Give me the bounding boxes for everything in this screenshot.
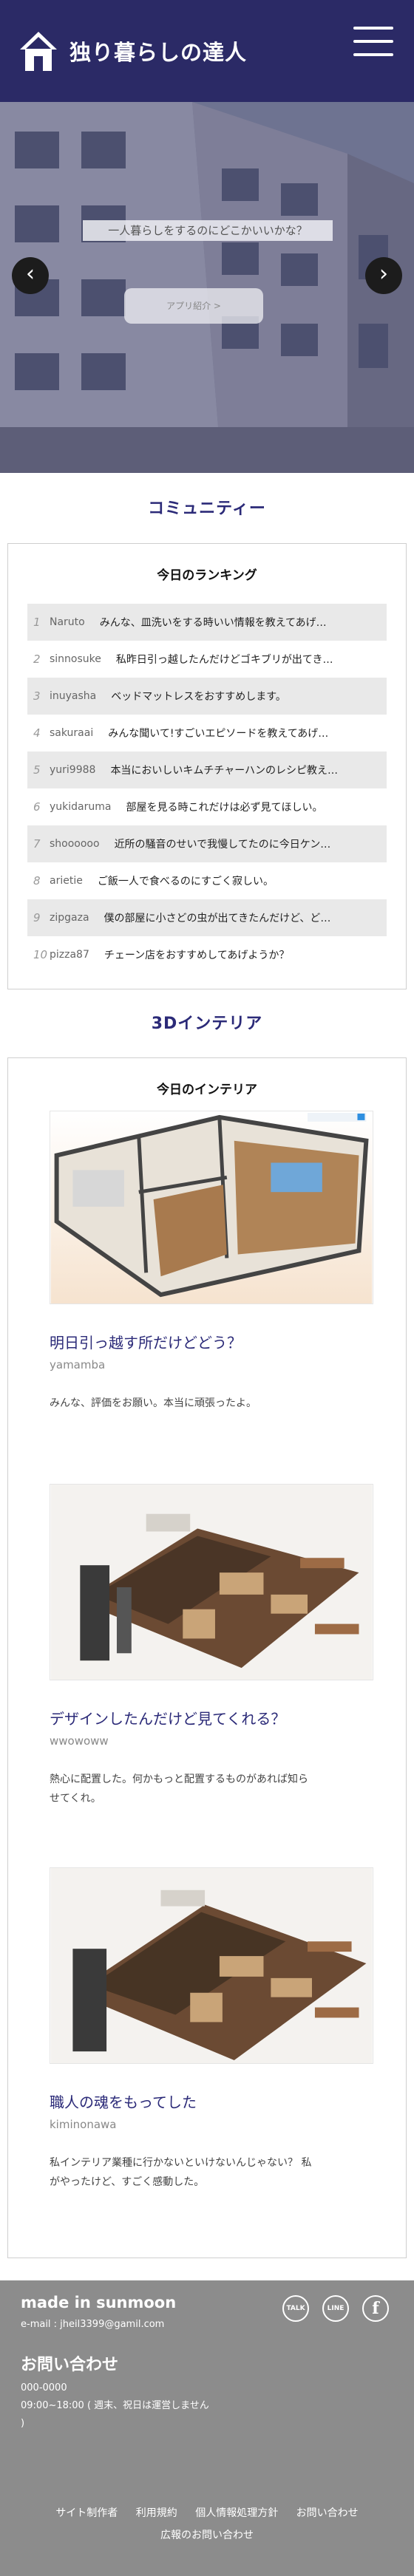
- ranking-row[interactable]: 10 pizza87 チェーン店をおすすめしてあげようか？: [27, 936, 387, 973]
- floorplan-image[interactable]: [50, 1867, 373, 2064]
- entry-body: 熱心に配置した。何かもっと配置するものがあれば知らせてくれ。: [50, 1773, 308, 1805]
- rank-post: 僕の部屋に小さどの虫が出てきたんだけど、ど…: [104, 913, 331, 924]
- rank-post: 部屋を見る時これだけは必ず見てほしい。: [126, 802, 323, 814]
- rank-number: 7: [33, 837, 41, 851]
- footer-hours: 09:00~18:00 ( 週末、祝日は運営しません ): [21, 2400, 209, 2429]
- footer-links: サイト制作者 利用規約 個人情報処理方針 お問い合わせ 広報のお問い合わせ: [0, 2502, 414, 2546]
- footer-email: e-mail : jheil3399@gamil.com: [21, 2319, 165, 2330]
- footer-link-contact[interactable]: お問い合わせ: [296, 2507, 359, 2519]
- rank-user: yuri9988: [50, 764, 96, 776]
- site-title[interactable]: 独り暮らしの達人: [69, 35, 247, 67]
- footer-contact-info: 000-0000 09:00~18:00 ( 週末、祝日は運営しません ): [21, 2379, 213, 2433]
- app-intro-button[interactable]: アプリ紹介 >: [124, 288, 263, 324]
- hamburger-menu-icon[interactable]: [353, 27, 393, 56]
- ranking-row[interactable]: 5 yuri9988 本当においしいキムチチャーハンのレシピ教え…: [27, 752, 387, 788]
- rank-number: 5: [33, 763, 41, 777]
- ranking-row[interactable]: 6 yukidaruma 部屋を見る時これだけは必ず見てほしい。: [27, 788, 387, 825]
- entry-title[interactable]: デザインしたんだけど見てくれる？: [50, 1707, 364, 1728]
- facebook-icon[interactable]: f: [362, 2295, 389, 2322]
- ranking-row[interactable]: 3 inuyasha ベッドマットレスをおすすめします。: [27, 678, 387, 715]
- entry-title[interactable]: 職人の魂をもってした: [50, 2091, 364, 2112]
- interior-title[interactable]: 3Dインテリア: [0, 1010, 414, 1034]
- rank-user: pizza87: [50, 949, 89, 961]
- footer-link-pr-contact[interactable]: 広報のお問い合わせ: [160, 2529, 254, 2541]
- social-links: TALK LINE f: [282, 2295, 389, 2322]
- rank-number: 1: [33, 616, 41, 629]
- footer-link-creator[interactable]: サイト制作者: [55, 2507, 118, 2519]
- community-title[interactable]: コミュニティー: [0, 495, 414, 519]
- entry-body: 私インテリア業種に行かないといけないんじゃない？ 私がやったけど、すごく感動した…: [50, 2157, 312, 2188]
- interior-section: 3Dインテリア: [0, 989, 414, 1057]
- rank-post: みんな聞いて!すごいエピソードを教えてあげ…: [108, 728, 329, 740]
- community-section: コミュニティー: [0, 473, 414, 543]
- rank-number: 10: [33, 948, 48, 961]
- footer-link-terms[interactable]: 利用規約: [136, 2507, 177, 2519]
- line-icon[interactable]: LINE: [322, 2295, 349, 2322]
- interior-entry[interactable]: デザインしたんだけど見てくれる？ wwowoww 熱心に配置した。何かもっと配置…: [50, 1484, 373, 1808]
- carousel-prev-icon[interactable]: ‹: [12, 257, 49, 294]
- hero-overlay: [0, 102, 414, 473]
- rank-user: inuyasha: [50, 690, 97, 702]
- rank-post: 本当においしいキムチチャーハンのレシピ教え…: [110, 765, 339, 777]
- house-icon[interactable]: [18, 30, 59, 72]
- footer-contact-title: お問い合わせ: [21, 2356, 119, 2374]
- rank-user: arietie: [50, 875, 83, 887]
- rank-post: ベッドマットレスをおすすめします。: [111, 691, 286, 703]
- floorplan-image[interactable]: [50, 1484, 373, 1680]
- rank-number: 4: [33, 726, 41, 740]
- rank-user: sakuraai: [50, 727, 94, 739]
- ranking-heading: 今日のランキング: [157, 568, 257, 583]
- ranking-row[interactable]: 9 zipgaza 僕の部屋に小さどの虫が出てきたんだけど、ど…: [27, 899, 387, 936]
- rank-post: ご飯一人で食べるのにすごく寂しい。: [97, 876, 274, 887]
- interior-heading: 今日のインテリア: [157, 1083, 257, 1097]
- ranking-row[interactable]: 4 sakuraai みんな聞いて!すごいエピソードを教えてあげ…: [27, 715, 387, 752]
- interior-card: 今日のインテリア 明日引っ越す所だけどどう？ yamamba みんな、評価をお願…: [7, 1057, 407, 2258]
- ranking-row[interactable]: 8 arietie ご飯一人で食べるのにすごく寂しい。: [27, 862, 387, 899]
- ranking-row[interactable]: 7 shoooooo 近所の騒音のせいで我慢してたのに今日ケン…: [27, 825, 387, 862]
- rank-user: zipgaza: [50, 912, 89, 924]
- interior-entry[interactable]: 職人の魂をもってした kiminonawa 私インテリア業種に行かないといけない…: [50, 1867, 373, 2192]
- site-header: 独り暮らしの達人: [0, 0, 414, 102]
- interior-entry[interactable]: 明日引っ越す所だけどどう？ yamamba みんな、評価をお願い。本当に頑張った…: [50, 1111, 373, 1413]
- site-footer: made in sunmoon e-mail : jheil3399@gamil…: [0, 2280, 414, 2576]
- rank-user: sinnosuke: [50, 653, 101, 665]
- entry-body: みんな、評価をお願い。本当に頑張ったよ。: [50, 1397, 257, 1409]
- rank-user: Naruto: [50, 616, 85, 628]
- kakao-talk-icon[interactable]: TALK: [282, 2295, 309, 2322]
- ranking-row[interactable]: 2 sinnosuke 私昨日引っ越したんだけどゴキブリが出てき…: [27, 641, 387, 678]
- rank-number: 8: [33, 874, 41, 887]
- rank-number: 9: [33, 911, 41, 924]
- ranking-row[interactable]: 1 Naruto みんな、皿洗いをする時いい情報を教えてあげ…: [27, 604, 387, 641]
- rank-user: shoooooo: [50, 838, 100, 850]
- rank-number: 3: [33, 689, 41, 703]
- rank-number: 2: [33, 652, 41, 666]
- rank-post: みんな、皿洗いをする時いい情報を教えてあげ…: [99, 617, 327, 629]
- rank-post: 私昨日引っ越したんだけどゴキブリが出てき…: [115, 654, 333, 666]
- ranking-list: 1 Naruto みんな、皿洗いをする時いい情報を教えてあげ… 2 sinnosuke…: [27, 604, 387, 973]
- entry-title[interactable]: 明日引っ越す所だけどどう？: [50, 1331, 364, 1352]
- footer-link-privacy[interactable]: 個人情報処理方針: [195, 2507, 278, 2519]
- rank-user: yukidaruma: [50, 801, 112, 813]
- rank-post: 近所の騒音のせいで我慢してたのに今日ケン…: [114, 839, 331, 851]
- ranking-card: 今日のランキング 1 Naruto みんな、皿洗いをする時いい情報を教えてあげ… 2…: [7, 543, 407, 989]
- rank-post: チェーン店をおすすめしてあげようか？: [104, 950, 290, 961]
- carousel-next-icon[interactable]: ›: [365, 257, 402, 294]
- floorplan-image[interactable]: [50, 1111, 373, 1304]
- rank-number: 6: [33, 800, 41, 814]
- entry-author: kiminonawa: [50, 2118, 117, 2131]
- entry-author: wwowoww: [50, 1734, 109, 1748]
- footer-phone: 000-0000: [21, 2382, 67, 2393]
- footer-brand: made in sunmoon: [21, 2294, 177, 2311]
- hero-caption: 一人暮らしをするのにどこかいいかな？: [83, 220, 333, 241]
- hero-carousel: 一人暮らしをするのにどこかいいかな？ アプリ紹介 > ‹ ›: [0, 102, 414, 473]
- entry-author: yamamba: [50, 1358, 106, 1372]
